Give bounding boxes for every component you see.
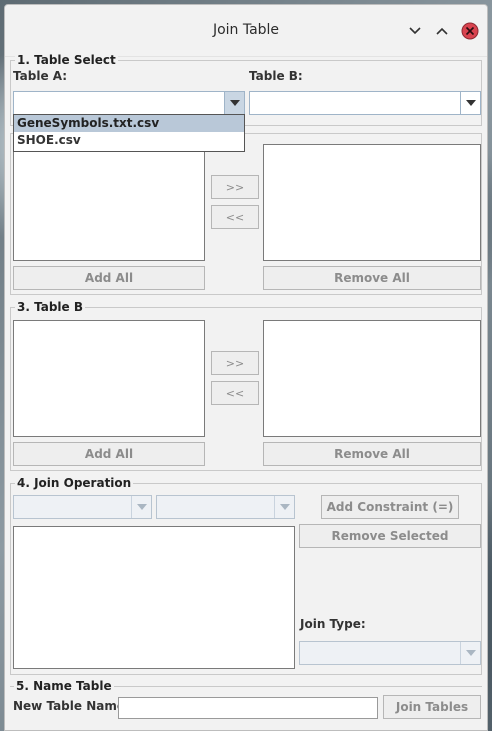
minimize-button[interactable] bbox=[406, 22, 424, 40]
join-type-combobox[interactable] bbox=[299, 641, 481, 665]
add-all-b-button[interactable]: Add All bbox=[13, 442, 205, 466]
remove-column-b-button[interactable]: << bbox=[211, 381, 259, 405]
constraints-list[interactable] bbox=[13, 526, 295, 669]
triangle-down-icon bbox=[465, 650, 476, 656]
maximize-button[interactable] bbox=[433, 22, 451, 40]
close-button[interactable] bbox=[461, 22, 479, 40]
table-a-selected-list[interactable] bbox=[263, 144, 481, 261]
table-a-available-list[interactable] bbox=[13, 144, 205, 261]
title-bar: Join Table bbox=[5, 5, 487, 57]
section-legend: 4. Join Operation bbox=[15, 476, 134, 490]
join-column-a-arrow[interactable] bbox=[131, 496, 151, 518]
chevron-up-icon bbox=[436, 27, 448, 35]
add-constraint-button[interactable]: Add Constraint (=) bbox=[321, 495, 459, 519]
table-b-combobox[interactable] bbox=[249, 91, 481, 115]
table-a-label: Table A: bbox=[13, 69, 68, 83]
new-table-name-input[interactable] bbox=[118, 697, 378, 719]
dropdown-option[interactable]: GeneSymbols.txt.csv bbox=[14, 115, 244, 132]
join-table-window: Join Table 1. Table Select Table A: Tabl… bbox=[4, 4, 488, 731]
chevron-down-icon bbox=[409, 27, 421, 35]
remove-column-a-button[interactable]: << bbox=[211, 205, 259, 229]
remove-selected-button[interactable]: Remove Selected bbox=[299, 524, 481, 548]
triangle-down-icon bbox=[136, 504, 147, 510]
remove-all-a-button[interactable]: Remove All bbox=[263, 266, 481, 290]
remove-all-b-button[interactable]: Remove All bbox=[263, 442, 481, 466]
join-column-a-combobox[interactable] bbox=[13, 495, 152, 519]
join-tables-button[interactable]: Join Tables bbox=[383, 695, 481, 719]
join-column-b-combobox[interactable] bbox=[156, 495, 295, 519]
triangle-down-icon bbox=[229, 100, 240, 106]
add-column-a-button[interactable]: >> bbox=[211, 175, 259, 199]
new-table-name-label: New Table Name: bbox=[13, 699, 130, 713]
table-a-dropdown-arrow[interactable] bbox=[224, 92, 244, 114]
section-legend: 1. Table Select bbox=[15, 53, 118, 67]
triangle-down-icon bbox=[465, 100, 476, 106]
section-legend: 3. Table B bbox=[15, 300, 85, 314]
table-b-dropdown-arrow[interactable] bbox=[460, 92, 480, 114]
table-b-available-list[interactable] bbox=[13, 320, 205, 437]
close-icon bbox=[461, 22, 479, 40]
dropdown-option[interactable]: SHOE.csv bbox=[14, 132, 244, 149]
triangle-down-icon bbox=[279, 504, 290, 510]
table-a-combobox[interactable] bbox=[13, 91, 245, 115]
join-type-arrow[interactable] bbox=[460, 642, 480, 664]
table-b-selected-list[interactable] bbox=[263, 320, 481, 437]
join-column-b-arrow[interactable] bbox=[274, 496, 294, 518]
table-b-label: Table B: bbox=[249, 69, 303, 83]
table-a-dropdown-list[interactable]: GeneSymbols.txt.csv SHOE.csv bbox=[13, 114, 245, 152]
section-legend: 5. Name Table bbox=[14, 679, 114, 693]
add-all-a-button[interactable]: Add All bbox=[13, 266, 205, 290]
join-type-label: Join Type: bbox=[300, 617, 366, 631]
add-column-b-button[interactable]: >> bbox=[211, 351, 259, 375]
